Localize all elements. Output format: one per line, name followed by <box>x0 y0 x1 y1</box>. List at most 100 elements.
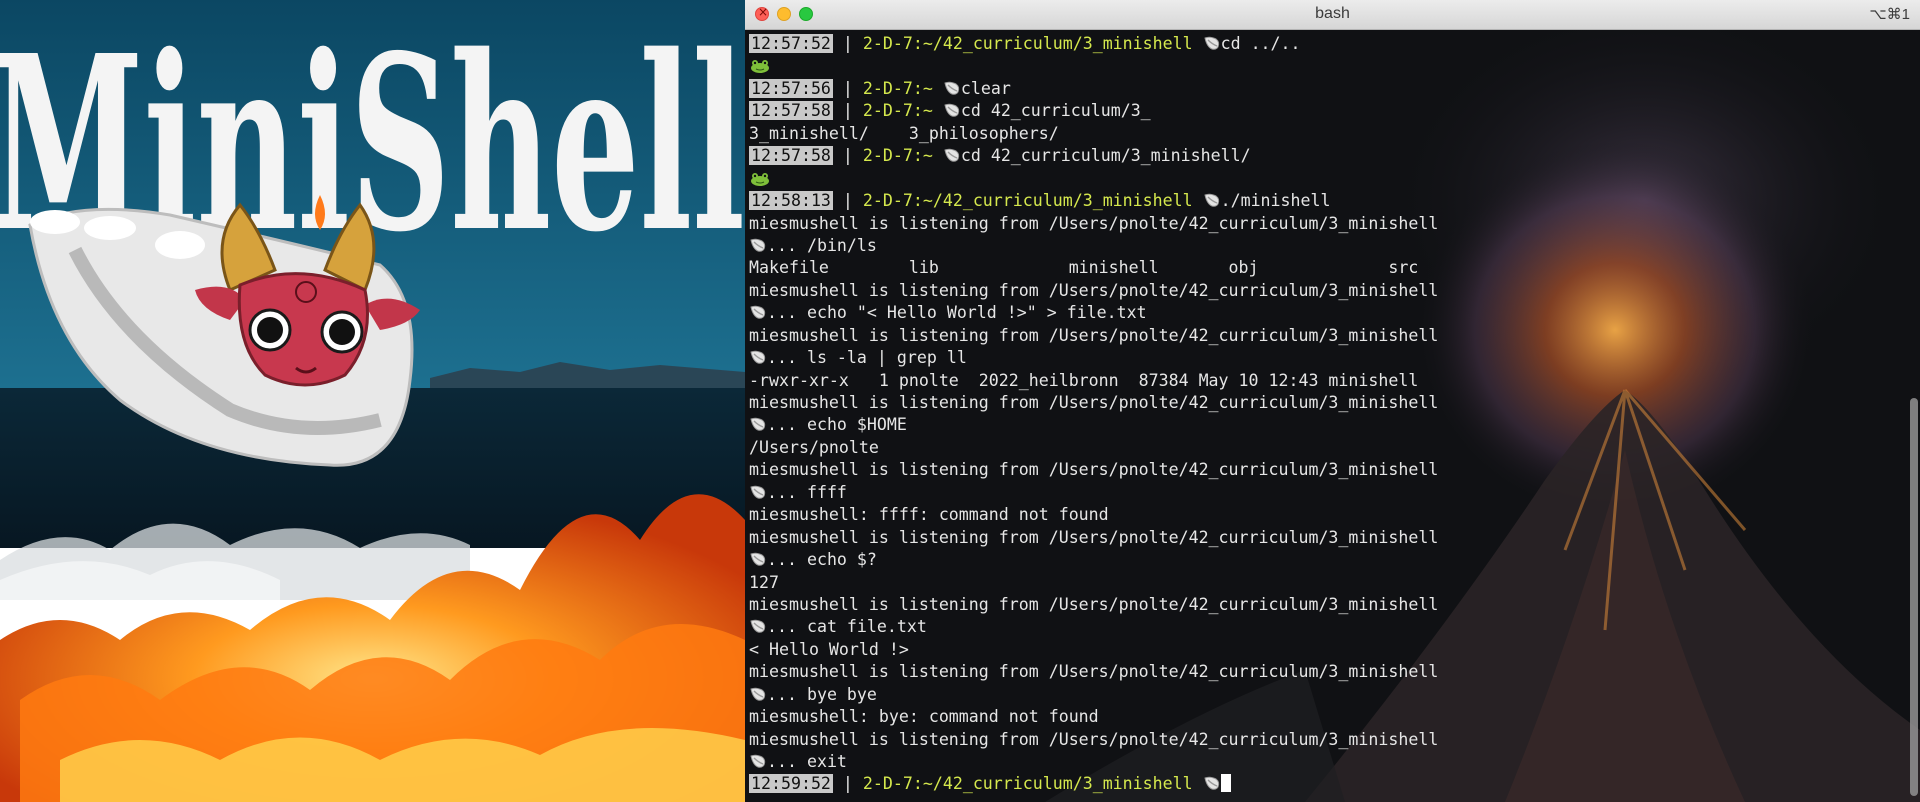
minishell-command: ... /bin/ls <box>767 235 877 255</box>
prompt-host-path: 2-D-7:~/42_curriculum/3_minishell <box>862 774 1203 794</box>
minishell-prompt-line: ... cat file.txt <box>749 616 1900 638</box>
window-titlebar[interactable]: bash ⌥⌘1 <box>745 0 1920 30</box>
output-text: miesmushell: ffff: command not found <box>749 505 1109 525</box>
prompt-separator: | <box>832 146 863 166</box>
snail-shell-icon <box>1203 775 1221 791</box>
terminal-output[interactable]: 12:57:52 | 2-D-7:~/42_curriculum/3_minis… <box>749 33 1900 796</box>
prompt-command: cd 42_curriculum/3_ <box>960 101 1151 121</box>
minishell-command: ... exit <box>767 752 847 771</box>
minishell-prompt-line: ... ffff <box>749 482 1900 504</box>
snail-shell-icon <box>749 551 767 567</box>
output-line: 127 <box>749 572 1900 594</box>
minishell-prompt-line: ... exit <box>749 751 1900 773</box>
minishell-command: ... ffff <box>767 482 847 502</box>
output-text: 3_minishell/ 3_philosophers/ <box>749 123 1059 143</box>
terminal-window: bash ⌥⌘1 12:57:52 | 2-D-7:~/42_curriculu… <box>745 0 1920 802</box>
output-text: miesmushell is listening from /Users/pno… <box>749 662 1439 682</box>
artwork-canvas: MiniShell <box>0 0 745 802</box>
prompt-timestamp: 12:57:58 <box>749 101 833 121</box>
output-line: miesmushell: ffff: command not found <box>749 504 1900 526</box>
prompt-timestamp: 12:57:58 <box>749 146 833 166</box>
output-text: < Hello World !> <box>749 639 909 659</box>
output-text: Makefile lib minishell obj src <box>749 258 1419 278</box>
output-line: < Hello World !> <box>749 639 1900 661</box>
snail-shell-icon <box>749 237 767 253</box>
output-text: miesmushell: bye: command not found <box>749 707 1099 727</box>
snail-shell-icon <box>1203 35 1221 51</box>
snail-shell-icon <box>749 618 767 634</box>
prompt-command: clear <box>960 78 1011 98</box>
prompt-command: cd 42_curriculum/3_minishell/ <box>960 146 1251 166</box>
output-text: /Users/pnolte <box>749 437 879 457</box>
prompt-timestamp: 12:58:13 <box>749 191 833 211</box>
output-line: miesmushell is listening from /Users/pno… <box>749 213 1900 235</box>
prompt-separator: | <box>832 774 863 794</box>
output-text: miesmushell is listening from /Users/pno… <box>749 460 1439 480</box>
output-line: -rwxr-xr-x 1 pnolte 2022_heilbronn 87384… <box>749 370 1900 392</box>
terminal-scrollbar[interactable] <box>1910 398 1918 796</box>
prompt-host-path: 2-D-7:~/42_curriculum/3_minishell <box>862 34 1203 53</box>
output-text: miesmushell is listening from /Users/pno… <box>749 393 1439 412</box>
output-text: -rwxr-xr-x 1 pnolte 2022_heilbronn 87384… <box>749 370 1419 390</box>
prompt-timestamp: 12:59:52 <box>749 774 833 794</box>
minishell-prompt-line: ... ls -la | grep ll <box>749 347 1900 369</box>
prompt-line: 12:57:56 | 2-D-7:~ clear <box>749 78 1900 100</box>
snail-shell-icon <box>1203 192 1221 208</box>
prompt-host-path: 2-D-7:~/42_curriculum/3_minishell <box>862 191 1203 211</box>
prompt-line: 12:57:52 | 2-D-7:~/42_curriculum/3_minis… <box>749 33 1900 55</box>
snail-shell-icon <box>943 102 961 118</box>
snail-shell-icon <box>749 304 767 320</box>
frog-line <box>749 55 1900 77</box>
minishell-prompt-line: ... echo "< Hello World !>" > file.txt <box>749 302 1900 324</box>
prompt-line: 12:57:58 | 2-D-7:~ cd 42_curriculum/3_mi… <box>749 145 1900 167</box>
output-line: 3_minishell/ 3_philosophers/ <box>749 123 1900 145</box>
minishell-command: ... cat file.txt <box>767 617 927 637</box>
snail-shell-icon <box>749 753 767 769</box>
output-text: miesmushell is listening from /Users/pno… <box>749 325 1439 345</box>
prompt-command: ./minishell <box>1220 191 1331 211</box>
minishell-command: ... ls -la | grep ll <box>767 348 967 368</box>
prompt-timestamp: 12:57:56 <box>749 78 833 98</box>
output-text: miesmushell is listening from /Users/pno… <box>749 527 1439 547</box>
prompt-separator: | <box>832 78 863 98</box>
output-line: /Users/pnolte <box>749 437 1900 459</box>
snail-shell-icon <box>749 484 767 500</box>
output-text: miesmushell is listening from /Users/pno… <box>749 729 1439 749</box>
output-text: miesmushell is listening from /Users/pno… <box>749 280 1439 300</box>
frog-line <box>749 168 1900 190</box>
output-line: miesmushell is listening from /Users/pno… <box>749 459 1900 481</box>
output-text: miesmushell is listening from /Users/pno… <box>749 594 1439 614</box>
minishell-prompt-line: ... bye bye <box>749 684 1900 706</box>
minishell-prompt-line: ... echo $HOME <box>749 414 1900 436</box>
output-line: miesmushell is listening from /Users/pno… <box>749 527 1900 549</box>
prompt-line: 12:58:13 | 2-D-7:~/42_curriculum/3_minis… <box>749 190 1900 212</box>
prompt-separator: | <box>832 101 863 121</box>
output-line: miesmushell is listening from /Users/pno… <box>749 729 1900 751</box>
minishell-prompt-line: ... echo $? <box>749 549 1900 571</box>
prompt-host-path: 2-D-7:~ <box>862 146 943 166</box>
snail-shell-icon <box>943 147 961 163</box>
prompt-separator: | <box>832 34 863 53</box>
snail-shell-icon <box>749 686 767 702</box>
prompt-timestamp: 12:57:52 <box>749 34 833 53</box>
prompt-separator: | <box>832 191 863 211</box>
prompt-line: 12:57:58 | 2-D-7:~ cd 42_curriculum/3_ <box>749 100 1900 122</box>
minishell-artwork: MiniShell <box>0 0 745 802</box>
prompt-host-path: 2-D-7:~ <box>862 78 943 98</box>
output-line: miesmushell is listening from /Users/pno… <box>749 661 1900 683</box>
minishell-command: ... bye bye <box>767 684 877 704</box>
frog-icon <box>749 58 771 74</box>
minishell-prompt-line: ... /bin/ls <box>749 235 1900 257</box>
text-cursor[interactable] <box>1220 774 1231 793</box>
snail-shell-icon <box>749 416 767 432</box>
prompt-command: cd ../.. <box>1220 34 1301 53</box>
output-line: miesmushell is listening from /Users/pno… <box>749 325 1900 347</box>
frog-icon <box>749 171 771 187</box>
minishell-command: ... echo $HOME <box>767 415 907 435</box>
output-line: miesmushell is listening from /Users/pno… <box>749 392 1900 414</box>
window-title: bash <box>1315 5 1350 22</box>
output-line: miesmushell is listening from /Users/pno… <box>749 594 1900 616</box>
minishell-command: ... echo $? <box>767 550 877 570</box>
minishell-command: ... echo "< Hello World !>" > file.txt <box>767 303 1147 323</box>
output-text: miesmushell is listening from /Users/pno… <box>749 213 1439 233</box>
